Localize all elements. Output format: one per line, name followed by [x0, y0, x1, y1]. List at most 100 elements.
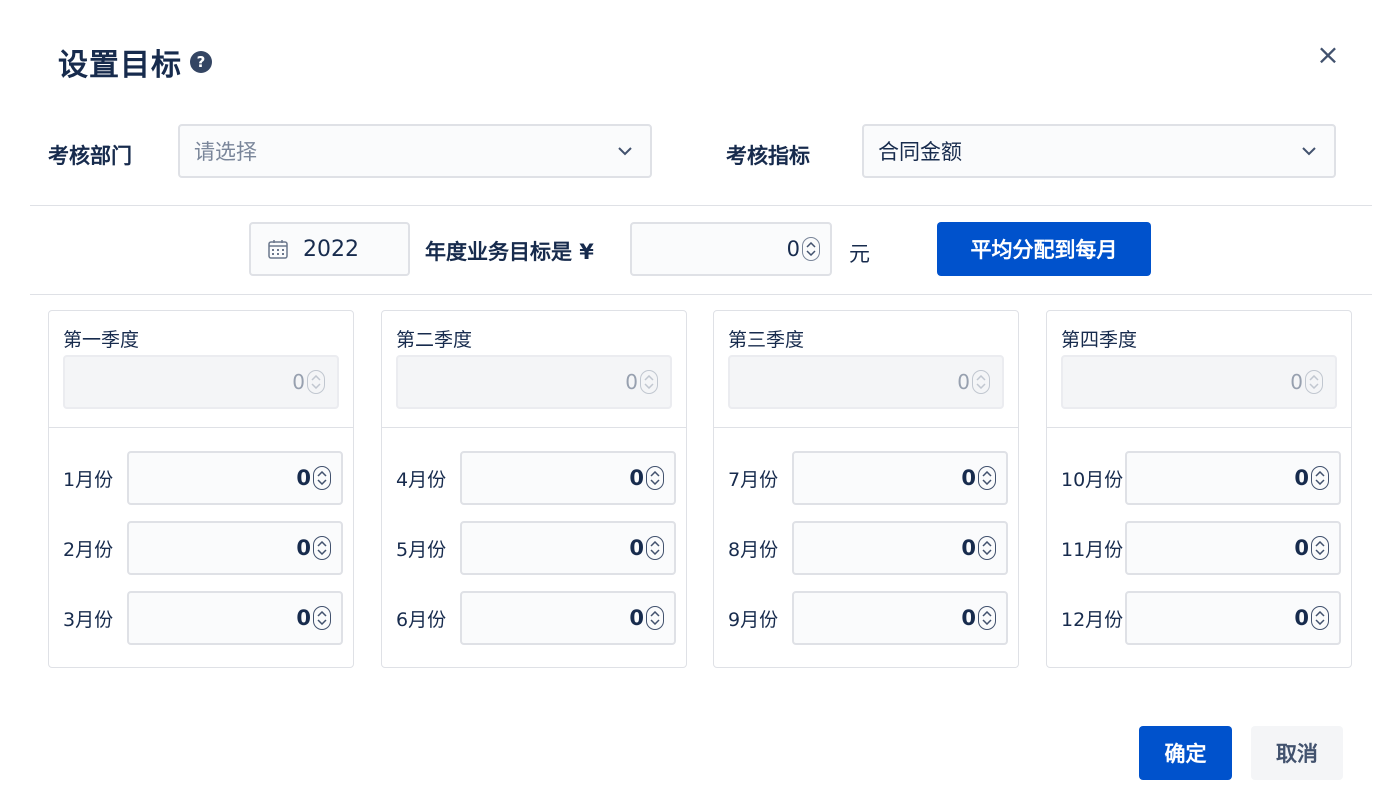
month-target-input[interactable]: 0 — [127, 451, 343, 505]
stepper-icon[interactable] — [646, 466, 664, 490]
month-target-input[interactable]: 0 — [1125, 521, 1341, 575]
month-target-input[interactable]: 0 — [792, 591, 1008, 645]
quarter-total-input: 0 — [1061, 355, 1337, 409]
quarter-card: 第一季度 0 1月份 0 2月份 0 3月份 0 — [48, 310, 354, 668]
month-target-input[interactable]: 0 — [460, 521, 676, 575]
month-row: 1月份 0 — [63, 451, 343, 505]
stepper-icon[interactable] — [802, 237, 820, 261]
divider — [30, 205, 1372, 206]
month-target-input[interactable]: 0 — [792, 521, 1008, 575]
year-picker[interactable]: 2022 — [249, 222, 410, 276]
quarter-title: 第三季度 — [728, 329, 805, 351]
month-label: 7月份 — [728, 468, 779, 491]
month-label: 10月份 — [1061, 468, 1124, 491]
department-label: 考核部门 — [48, 144, 132, 168]
chevron-down-icon — [1298, 140, 1320, 162]
month-row: 5月份 0 — [396, 521, 676, 575]
month-label: 5月份 — [396, 538, 447, 561]
metric-value: 合同金额 — [878, 140, 962, 164]
dialog-title-text: 设置目标 — [58, 48, 182, 83]
close-icon[interactable]: × — [1312, 38, 1344, 71]
quarter-total-value: 0 — [1290, 370, 1303, 394]
department-placeholder: 请选择 — [194, 140, 257, 164]
month-label: 11月份 — [1061, 538, 1124, 561]
month-row: 12月份 0 — [1061, 591, 1341, 645]
stepper-icon[interactable] — [978, 466, 996, 490]
metric-select[interactable]: 合同金额 — [862, 124, 1336, 178]
month-label: 3月份 — [63, 608, 114, 631]
quarter-card: 第二季度 0 4月份 0 5月份 0 6月份 0 — [381, 310, 687, 668]
month-row: 8月份 0 — [728, 521, 1008, 575]
stepper-icon — [640, 370, 658, 394]
month-row: 11月份 0 — [1061, 521, 1341, 575]
quarter-total-value: 0 — [957, 370, 970, 394]
stepper-icon[interactable] — [1311, 606, 1329, 630]
stepper-icon — [307, 370, 325, 394]
month-target-value: 0 — [1294, 606, 1309, 630]
quarter-total-value: 0 — [292, 370, 305, 394]
quarter-total-value: 0 — [625, 370, 638, 394]
month-label: 4月份 — [396, 468, 447, 491]
stepper-icon[interactable] — [313, 536, 331, 560]
month-row: 7月份 0 — [728, 451, 1008, 505]
month-target-input[interactable]: 0 — [1125, 591, 1341, 645]
stepper-icon[interactable] — [1311, 466, 1329, 490]
month-row: 4月份 0 — [396, 451, 676, 505]
stepper-icon[interactable] — [978, 536, 996, 560]
month-target-value: 0 — [296, 606, 311, 630]
month-target-input[interactable]: 0 — [792, 451, 1008, 505]
stepper-icon[interactable] — [646, 536, 664, 560]
question-circle-icon[interactable]: ? — [190, 51, 212, 73]
month-row: 2月份 0 — [63, 521, 343, 575]
month-target-input[interactable]: 0 — [460, 591, 676, 645]
annual-target-label: 年度业务目标是 ¥ — [425, 240, 594, 264]
month-label: 8月份 — [728, 538, 779, 561]
stepper-icon[interactable] — [313, 466, 331, 490]
department-select[interactable]: 请选择 — [178, 124, 652, 178]
chevron-down-icon — [614, 140, 636, 162]
month-target-value: 0 — [629, 606, 644, 630]
stepper-icon — [972, 370, 990, 394]
month-target-input[interactable]: 0 — [127, 591, 343, 645]
quarter-total-input: 0 — [396, 355, 672, 409]
quarter-title: 第一季度 — [63, 329, 140, 351]
quarter-total-input: 0 — [728, 355, 1004, 409]
month-target-input[interactable]: 0 — [460, 451, 676, 505]
stepper-icon[interactable] — [646, 606, 664, 630]
stepper-icon[interactable] — [1311, 536, 1329, 560]
month-row: 6月份 0 — [396, 591, 676, 645]
month-row: 10月份 0 — [1061, 451, 1341, 505]
divider — [1047, 427, 1351, 428]
month-target-value: 0 — [961, 466, 976, 490]
currency-unit: 元 — [849, 242, 870, 266]
stepper-icon — [1305, 370, 1323, 394]
month-label: 6月份 — [396, 608, 447, 631]
divider — [49, 427, 353, 428]
divider — [30, 294, 1372, 295]
annual-target-value: 0 — [786, 237, 800, 261]
quarter-title: 第二季度 — [396, 329, 473, 351]
quarter-title: 第四季度 — [1061, 329, 1138, 351]
distribute-evenly-button[interactable]: 平均分配到每月 — [937, 222, 1151, 276]
month-target-value: 0 — [296, 536, 311, 560]
stepper-icon[interactable] — [313, 606, 331, 630]
month-target-value: 0 — [1294, 466, 1309, 490]
month-label: 2月份 — [63, 538, 114, 561]
month-target-input[interactable]: 0 — [127, 521, 343, 575]
month-row: 9月份 0 — [728, 591, 1008, 645]
stepper-icon[interactable] — [978, 606, 996, 630]
month-target-input[interactable]: 0 — [1125, 451, 1341, 505]
month-row: 3月份 0 — [63, 591, 343, 645]
quarter-card: 第三季度 0 7月份 0 8月份 0 9月份 0 — [713, 310, 1019, 668]
month-label: 9月份 — [728, 608, 779, 631]
annual-target-input[interactable]: 0 — [630, 222, 832, 276]
month-target-value: 0 — [961, 536, 976, 560]
metric-label: 考核指标 — [726, 144, 810, 168]
month-label: 12月份 — [1061, 608, 1124, 631]
month-target-value: 0 — [629, 466, 644, 490]
year-value: 2022 — [303, 236, 359, 262]
cancel-button[interactable]: 取消 — [1251, 726, 1343, 780]
divider — [382, 427, 686, 428]
quarter-total-input: 0 — [63, 355, 339, 409]
confirm-button[interactable]: 确定 — [1139, 726, 1232, 780]
